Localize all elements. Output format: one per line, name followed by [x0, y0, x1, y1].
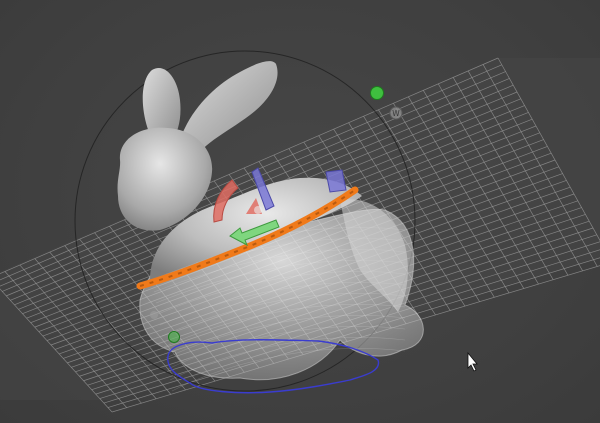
sphere-handle[interactable]: [370, 86, 384, 100]
world-axis-marker[interactable]: W: [389, 106, 403, 120]
sphere-handle-lower[interactable]: [168, 331, 180, 343]
world-axis-label: W: [392, 109, 400, 118]
3d-viewport[interactable]: W: [0, 0, 600, 423]
rotate-z-handle-end[interactable]: [325, 169, 347, 193]
gizmo-center[interactable]: [254, 206, 262, 214]
arrow-cursor-icon: [467, 351, 478, 372]
sphere-handle-grey[interactable]: [150, 311, 158, 319]
